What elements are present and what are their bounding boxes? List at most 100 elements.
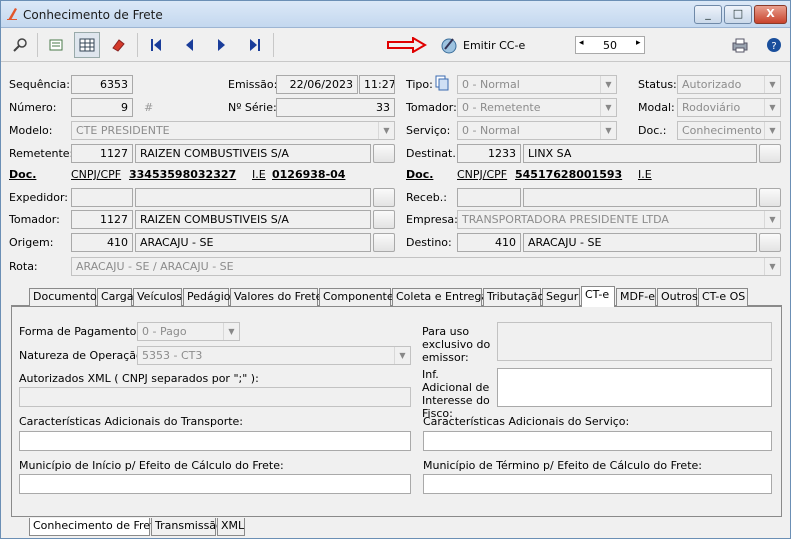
forma-pagamento-select[interactable]: 0 - Pago ▼	[137, 322, 240, 341]
destinat-code-field[interactable]: 1233	[457, 144, 521, 163]
tab-componentes[interactable]: Componentes	[319, 288, 399, 306]
rota-select[interactable]: ARACAJU - SE / ARACAJU - SE ▼	[71, 257, 781, 276]
municipio-inicio-input[interactable]	[19, 474, 411, 494]
chevron-down-icon: ▼	[600, 76, 616, 93]
serie-label: Nº Série:	[228, 101, 277, 114]
spinner-right-icon[interactable]: ▸	[636, 38, 641, 48]
emitir-cce-label: Emitir CC-e	[463, 38, 526, 52]
expedidor-lookup-button[interactable]	[373, 188, 395, 207]
tomador-code-field[interactable]: 1127	[71, 210, 133, 229]
close-button[interactable]: X	[754, 5, 787, 24]
destino-code-field[interactable]: 410	[457, 233, 521, 252]
origem-name-field[interactable]: ARACAJU - SE	[135, 233, 371, 252]
tab-tributacao[interactable]: Tributação	[483, 288, 544, 306]
receb-code-field[interactable]	[457, 188, 521, 207]
maximize-button[interactable]: □	[724, 5, 752, 24]
rota-value: ARACAJU - SE / ARACAJU - SE	[76, 260, 234, 273]
previous-record-button[interactable]	[176, 32, 202, 58]
remetente-name-field[interactable]: RAIZEN COMBUSTIVEIS S/A	[135, 144, 371, 163]
tab-documentos[interactable]: Documentos	[29, 288, 102, 306]
page-spinner[interactable]: ◂ 50 ▸	[575, 36, 645, 54]
minimize-button[interactable]: _	[694, 5, 722, 24]
eraser-icon	[112, 39, 125, 52]
serie-field[interactable]: 33	[276, 98, 395, 117]
receb-lookup-button[interactable]	[759, 188, 781, 207]
emissao-time-field[interactable]: 11:27	[359, 75, 395, 94]
destinat-lookup-button[interactable]	[759, 144, 781, 163]
last-record-button[interactable]	[242, 32, 268, 58]
origem-lookup-button[interactable]	[373, 233, 395, 252]
empresa-select[interactable]: TRANSPORTADORA PRESIDENTE LTDA ▼	[457, 210, 781, 229]
tab-valores-frete[interactable]: Valores do Frete	[230, 288, 322, 306]
inf-adicional-input[interactable]	[497, 368, 772, 407]
remetente-code-field[interactable]: 1127	[71, 144, 133, 163]
autorizados-xml-input[interactable]	[19, 387, 411, 407]
carac-servico-input[interactable]	[423, 431, 772, 451]
grid-view-button[interactable]	[74, 32, 100, 58]
expedidor-code-field[interactable]	[71, 188, 133, 207]
dest-doc-link[interactable]: Doc.	[406, 168, 433, 181]
tipo-select[interactable]: 0 - Normal ▼	[457, 75, 617, 94]
tab-veiculos[interactable]: Veículos	[133, 288, 182, 306]
forma-pagamento-label: Forma de Pagamento:	[19, 325, 140, 338]
help-button[interactable]: ?	[761, 32, 787, 58]
tab-mdfe[interactable]: MDF-e	[616, 288, 656, 306]
forma-pagamento-value: 0 - Pago	[142, 325, 187, 338]
expedidor-name-field[interactable]	[135, 188, 371, 207]
eraser-button[interactable]	[105, 32, 131, 58]
destinat-name-field[interactable]: LINX SA	[523, 144, 757, 163]
grid-icon	[79, 38, 95, 52]
form-view-button[interactable]	[43, 32, 69, 58]
tab-xml[interactable]: XML	[217, 518, 245, 536]
print-button[interactable]	[727, 32, 753, 58]
tab-transmissao[interactable]: Transmissão	[151, 518, 223, 536]
numero-field[interactable]: 9	[71, 98, 133, 117]
tomador-tipo-select[interactable]: 0 - Remetente ▼	[457, 98, 617, 117]
origem-code-field[interactable]: 410	[71, 233, 133, 252]
rem-doc-link[interactable]: Doc.	[9, 168, 36, 181]
first-record-button[interactable]	[143, 32, 169, 58]
tab-seguro[interactable]: Segur	[542, 288, 580, 306]
toolbar-separator	[273, 33, 274, 57]
chevron-down-icon: ▼	[764, 76, 780, 93]
emitir-cce-button[interactable]: Emitir CC-e	[439, 34, 525, 56]
spinner-left-icon[interactable]: ◂	[579, 38, 584, 48]
uso-emissor-input[interactable]	[497, 322, 772, 361]
tab-cte[interactable]: CT-e	[581, 286, 615, 307]
document-copy-icon[interactable]	[434, 75, 450, 91]
cte-panel: Forma de Pagamento: 0 - Pago ▼ Natureza d…	[11, 306, 782, 517]
doc-type-select[interactable]: Conhecimento ▼	[677, 121, 781, 140]
destino-label: Destino:	[406, 236, 452, 249]
tomador-name-field[interactable]: RAIZEN COMBUSTIVEIS S/A	[135, 210, 371, 229]
main-tabs: Documentos Carga Veículos Pedágio Valore…	[29, 286, 769, 307]
tab-outros[interactable]: Outros	[657, 288, 698, 306]
natureza-operacao-value: 5353 - CT3	[142, 349, 203, 362]
tab-coleta-entrega[interactable]: Coleta e Entrega	[392, 288, 488, 306]
servico-select[interactable]: 0 - Normal ▼	[457, 121, 617, 140]
remetente-lookup-button[interactable]	[373, 144, 395, 163]
tab-carga[interactable]: Carga	[97, 288, 133, 306]
next-record-button[interactable]	[209, 32, 235, 58]
previous-icon	[186, 39, 193, 51]
destinat-label: Destinat.:	[406, 147, 460, 160]
inf-adicional-label: Inf. Adicional de Interesse do Fisco:	[422, 368, 490, 420]
destino-lookup-button[interactable]	[759, 233, 781, 252]
natureza-operacao-select[interactable]: 5353 - CT3 ▼	[137, 346, 411, 365]
emissao-date-field[interactable]: 22/06/2023	[276, 75, 358, 94]
carac-transporte-input[interactable]	[19, 431, 411, 451]
carac-servico-label: Características Adicionais do Serviço:	[423, 415, 630, 428]
modelo-select[interactable]: CTE PRESIDENTE ▼	[71, 121, 395, 140]
status-select[interactable]: Autorizado ▼	[677, 75, 781, 94]
tab-conhecimento-frete[interactable]: Conhecimento de Frete	[29, 518, 161, 536]
search-tool-button[interactable]	[7, 32, 33, 58]
receb-name-field[interactable]	[523, 188, 757, 207]
sequencia-field[interactable]: 6353	[71, 75, 133, 94]
tomador-label: Tomador:	[9, 213, 60, 226]
modal-select[interactable]: Rodoviário ▼	[677, 98, 781, 117]
municipio-termino-input[interactable]	[423, 474, 772, 494]
uso-emissor-label: Para uso exclusivo do emissor:	[422, 325, 491, 364]
destino-name-field[interactable]: ARACAJU - SE	[523, 233, 757, 252]
tomador-lookup-button[interactable]	[373, 210, 395, 229]
tab-cte-os[interactable]: CT-e OS	[698, 288, 748, 306]
tab-pedagio[interactable]: Pedágio	[183, 288, 231, 306]
